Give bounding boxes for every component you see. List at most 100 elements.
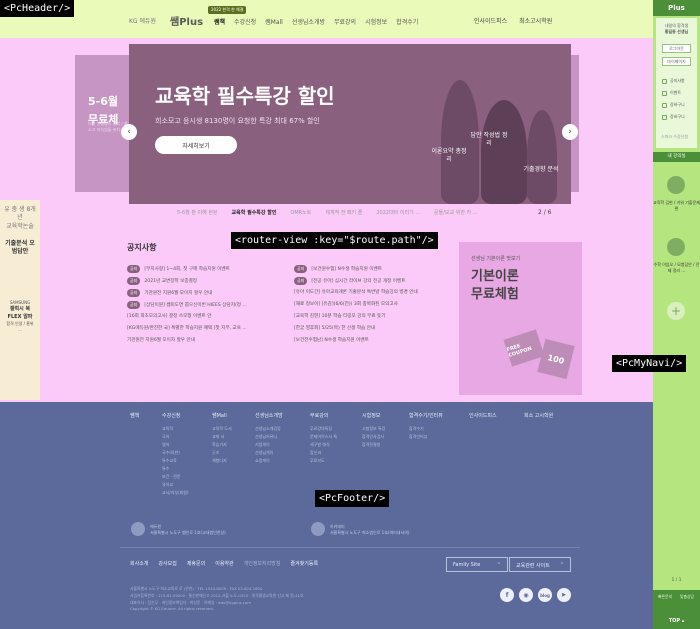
hero-banner[interactable]: 교육학 필수특강 할인 희소모고 응시생 8130명이 요청한 특강 최대 67…	[121, 44, 578, 204]
consult-button[interactable]: 맞춤상담	[677, 594, 697, 600]
gnb-item[interactable]: 선생님소개방	[292, 17, 325, 26]
prev-banner[interactable]: 5-6월 무료체 이번 선생님의 합격 / 최소고 지식업을 놓치	[75, 55, 131, 192]
footer-column-link[interactable]: 교사/지부(회원)	[162, 489, 189, 497]
footer-column-link[interactable]: 문제이이스사 특	[310, 433, 337, 441]
footer-column-link[interactable]: 합격전결방	[362, 441, 385, 449]
notice-item[interactable]: 공지 기관원전 지원6월 모이지 할우 안내	[127, 289, 212, 297]
footer-column-link[interactable]: 영어	[162, 441, 189, 449]
footer-column-link[interactable]: 기럽게이	[255, 441, 283, 449]
header-link-academy[interactable]: 최소고시학원	[519, 16, 552, 25]
edu-site-select[interactable]: 교육관련 사이트 ⌃	[509, 557, 571, 572]
footer-column-link[interactable]: 유아교	[162, 481, 189, 489]
nav-lecture[interactable]: 교육학 김현 / 키워 기출문제편	[653, 200, 700, 212]
footer-column-link[interactable]: 무료강의특징	[310, 425, 337, 433]
footer-link[interactable]: 제휴문의	[187, 560, 205, 567]
gnb-item[interactable]: 수강신청	[234, 17, 256, 26]
footer-column-link[interactable]: 체험다지	[212, 457, 232, 465]
hero-tab[interactable]: 문들/모교 위한 카 ...	[434, 209, 477, 216]
youtube-icon[interactable]: ▶	[557, 588, 571, 602]
nav-item[interactable]: 이벤트	[662, 90, 681, 96]
footer-column-link[interactable]: 합격인터뷰	[409, 433, 443, 441]
hero-tab[interactable]: OMR노트	[290, 209, 311, 216]
avatar[interactable]	[667, 238, 685, 256]
mypage-button[interactable]: 마이페이지	[662, 57, 691, 66]
footer-column-title[interactable]: 쌤Mall	[212, 412, 232, 419]
hero-next-button[interactable]: ›	[562, 124, 578, 140]
footer-column-link[interactable]: 학습기지	[212, 441, 232, 449]
notice-item[interactable]: [16회 최초모의고사] 결정 쓰모형 이벤트 안	[127, 313, 211, 319]
footer-link[interactable]: 즐겨찾기등록	[290, 560, 318, 567]
hero-prev-button[interactable]: ‹	[121, 124, 137, 140]
footer-link[interactable]: 이용약관	[215, 560, 233, 567]
footer-column-link[interactable]: 선생님소개검증	[255, 425, 283, 433]
gnb-item[interactable]: 무료강의	[334, 17, 356, 26]
footer-column-title[interactable]: 쌤책	[130, 412, 139, 419]
hero-tab[interactable]: 5-6월 판 이해 된된	[177, 209, 218, 216]
hero-tab[interactable]: 교육학 필수특강 할인	[232, 209, 277, 216]
brand-logo[interactable]: 쌤Plus	[170, 13, 203, 28]
footer-column-link[interactable]: 교재 서	[212, 433, 232, 441]
avatar[interactable]	[667, 176, 685, 194]
header-link-inside[interactable]: 인사이드피스	[474, 16, 507, 25]
footer-column-link[interactable]: 쇼핑게이	[255, 457, 283, 465]
logout-button[interactable]: 로그아웃	[662, 44, 691, 53]
instagram-icon[interactable]: ◉	[519, 588, 533, 602]
footer-column-link[interactable]: 세구발 해석	[310, 441, 337, 449]
hero-tab[interactable]: 체계적 전 패키 즐	[325, 209, 362, 216]
footer-column-link[interactable]: 특수교육	[162, 457, 189, 465]
footer-column-link[interactable]: 합격수기	[409, 425, 443, 433]
footer-link[interactable]: 강사모집	[158, 560, 176, 567]
notice-item[interactable]: [유아 이도간] 유아교육개론 기출분석 특번방 학습강의 병경 안내	[294, 289, 418, 295]
notice-item[interactable]: [교육학 김현] 10분 학습 티링모 강의 무료 듯기	[294, 313, 386, 319]
footer-column-link[interactable]: 교육학 도서	[212, 425, 232, 433]
notice-item[interactable]: 공지 [전공 유아] 심시간 라이브 강의 전공 개정 이벤트	[294, 277, 405, 285]
top-button[interactable]: TOP ▴	[653, 618, 700, 624]
footer-link[interactable]: 회사소개	[130, 560, 148, 567]
notice-item[interactable]: 공지 [무지사항] 1~4회, 첫 구매 학습지원 이벤트	[127, 265, 230, 273]
footer-column-title[interactable]: 선생님소개방	[255, 412, 283, 419]
nav-item[interactable]: 장바구니	[662, 102, 685, 108]
footer-link[interactable]: 개인정보처리방침	[244, 560, 281, 567]
promo-banner[interactable]: 선생님 기본이론 맛보기 기본이론 무료체험 FREE COUPON 100	[459, 242, 582, 395]
footer-column-title[interactable]: 합격수기/인터뷰	[409, 412, 443, 419]
footer-column-link[interactable]: 보건 · 전문	[162, 473, 189, 481]
left-ad-banner[interactable]: 유 충 생 8개년 교육학논술 기출분석 오범답안 SAMSUNG 갤럭시 북 FL…	[0, 200, 40, 400]
nav-item[interactable]: 공지사항	[662, 78, 685, 84]
notice-item[interactable]: 공지 [상담이원] 쌤미도면 뽑으신이번 HIEES 상담지(정 ...	[127, 301, 247, 309]
facebook-icon[interactable]: f	[500, 588, 514, 602]
footer-column-title[interactable]: 희소 고시학원	[524, 412, 553, 419]
quick-inquiry-button[interactable]: 빠른문의	[655, 594, 675, 600]
footer-column-title[interactable]: 수강신청	[162, 412, 189, 419]
add-lecture-button[interactable]: +	[667, 302, 685, 320]
footer-column-link[interactable]: 선생님커뮤니	[255, 433, 283, 441]
notice-item[interactable]: [KG에듀원/완전한 국] 특별한 학습지원 혜택 [첫 지부, 교육 ...	[127, 325, 247, 331]
notice-item[interactable]: 공지 [보건원수험] N수생 학습지원 이벤트	[294, 265, 382, 273]
gnb-item[interactable]: 쌤Mall	[265, 17, 283, 26]
footer-column-link[interactable]: 합격인사검사	[362, 433, 385, 441]
footer-column-link[interactable]: 굿즈	[212, 449, 232, 457]
footer-column-title[interactable]: 시험정보	[362, 412, 385, 419]
footer-column-link[interactable]: 국수(의한)	[162, 449, 189, 457]
nav-apply-link[interactable]: 스파크 수강신청	[661, 134, 688, 140]
gnb-item[interactable]: 합격수기	[396, 17, 418, 26]
notice-item[interactable]: 공지 2021년 교변장학 보충결정	[127, 277, 197, 285]
blog-icon[interactable]: blog	[538, 588, 552, 602]
nav-item[interactable]: 장바구니	[662, 114, 685, 120]
footer-column-link[interactable]: 특수	[162, 465, 189, 473]
footer-column-link[interactable]: 국어	[162, 433, 189, 441]
hero-detail-button[interactable]: 자세히보기	[155, 136, 237, 154]
footer-column-link[interactable]: 교육학	[162, 425, 189, 433]
footer-column-title[interactable]: 무료강의	[310, 412, 337, 419]
family-site-select[interactable]: Family Site ⌃	[446, 557, 508, 572]
footer-column-title[interactable]: 인사이드피스	[469, 412, 497, 419]
notice-item[interactable]: [한굳 영후회] 5/25(목) 한 선생 학습 안내	[294, 325, 375, 331]
gnb-item[interactable]: 시험정보	[365, 17, 387, 26]
footer-column-link[interactable]: 합신과	[310, 449, 337, 457]
footer-column-link[interactable]: 무료지도	[310, 457, 337, 465]
footer-column-link[interactable]: 선생님게이	[255, 449, 283, 457]
notice-item[interactable]: 기관원전 지원6월 모이자 할우 안내	[127, 337, 195, 343]
gnb-item[interactable]: 쌤책	[214, 17, 225, 26]
notice-item[interactable]: [보건전수험남] N수생 학습지원 이벤트	[294, 337, 369, 343]
notice-item[interactable]: [재료 정보이] [유감](6/6(전)) 3회 충북화된 모의고사	[294, 301, 398, 307]
nav-lecture[interactable]: 수학 이임오 / 모범답안 / 전제 정리 ...	[653, 262, 700, 274]
